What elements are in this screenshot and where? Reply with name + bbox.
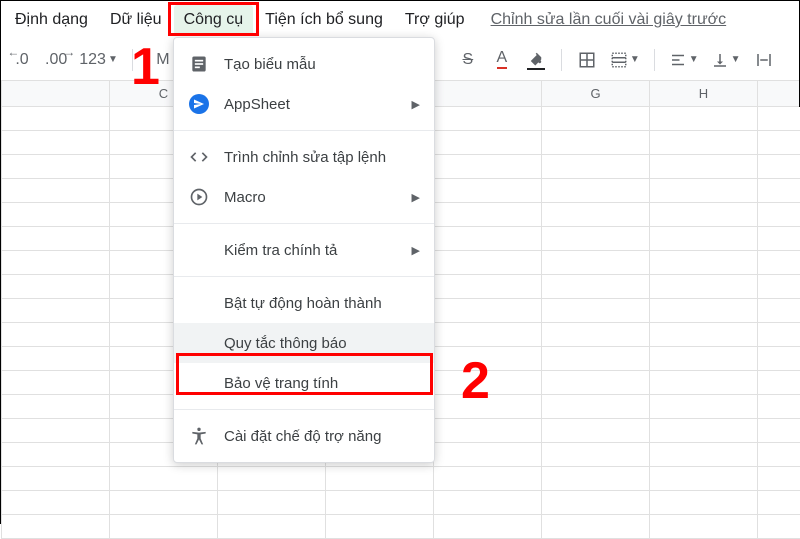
menu-label: Tạo biểu mẫu: [224, 56, 316, 73]
last-edit-status[interactable]: Chỉnh sửa lần cuối vài giây trước: [491, 11, 727, 29]
merge-cells-button[interactable]: ▼: [606, 46, 644, 74]
menu-help[interactable]: Trợ giúp: [395, 5, 475, 35]
blank-icon: [188, 292, 210, 314]
grid-row: [1, 467, 799, 491]
horizontal-align-button[interactable]: ▼: [665, 46, 703, 74]
menu-label: Cài đặt chế độ trợ năng: [224, 428, 381, 445]
menu-label: Trình chỉnh sửa tập lệnh: [224, 149, 386, 166]
column-header[interactable]: [2, 81, 110, 106]
menu-bar: Định dạng Dữ liệu Công cụ Tiện ích bổ su…: [1, 1, 799, 39]
toolbar-separator: [132, 49, 133, 71]
decrease-decimal-button[interactable]: ←.0: [7, 46, 37, 74]
menu-divider: [174, 409, 434, 410]
appsheet-icon: [188, 93, 210, 115]
vertical-align-button[interactable]: ▼: [707, 46, 745, 74]
text-wrap-button[interactable]: [749, 46, 779, 74]
menu-protect-sheet[interactable]: Bảo vệ trang tính: [174, 363, 434, 403]
fill-color-button[interactable]: [521, 46, 551, 74]
form-icon: [188, 53, 210, 75]
macro-icon: [188, 186, 210, 208]
blank-icon: [188, 332, 210, 354]
wrap-icon: [755, 51, 773, 69]
column-header[interactable]: [758, 81, 800, 106]
strikethrough-button[interactable]: S: [453, 46, 483, 74]
blank-icon: [188, 372, 210, 394]
fill-icon: [527, 49, 545, 70]
menu-divider: [174, 223, 434, 224]
script-icon: [188, 146, 210, 168]
increase-decimal-button[interactable]: .00→: [41, 46, 71, 74]
menu-addons[interactable]: Tiện ích bổ sung: [255, 5, 393, 35]
borders-button[interactable]: [572, 46, 602, 74]
menu-script-editor[interactable]: Trình chỉnh sửa tập lệnh: [174, 137, 434, 177]
menu-spellcheck[interactable]: Kiểm tra chính tả ▶: [174, 230, 434, 270]
grid-row: [1, 491, 799, 515]
menu-label: Quy tắc thông báo: [224, 335, 347, 352]
tools-dropdown: Tạo biểu mẫu AppSheet ▶ Trình chỉnh sửa …: [173, 37, 435, 463]
submenu-arrow-icon: ▶: [412, 191, 420, 204]
merge-icon: [610, 51, 628, 69]
number-format-button[interactable]: 123▼: [75, 46, 122, 74]
accessibility-icon: [188, 425, 210, 447]
menu-data[interactable]: Dữ liệu: [100, 5, 172, 35]
valign-icon: [711, 51, 729, 69]
menu-label: Macro: [224, 189, 266, 206]
menu-appsheet[interactable]: AppSheet ▶: [174, 84, 434, 124]
column-header-g[interactable]: G: [542, 81, 650, 106]
menu-format[interactable]: Định dạng: [5, 5, 98, 35]
column-header-h[interactable]: H: [650, 81, 758, 106]
menu-label: AppSheet: [224, 96, 290, 113]
toolbar-separator: [561, 49, 562, 71]
menu-label: Bảo vệ trang tính: [224, 375, 338, 392]
menu-label: Kiểm tra chính tả: [224, 242, 337, 259]
align-icon: [669, 51, 687, 69]
menu-create-form[interactable]: Tạo biểu mẫu: [174, 44, 434, 84]
borders-icon: [578, 51, 596, 69]
text-color-button[interactable]: A: [487, 46, 517, 74]
menu-accessibility[interactable]: Cài đặt chế độ trợ năng: [174, 416, 434, 456]
submenu-arrow-icon: ▶: [412, 244, 420, 257]
grid-row: [1, 515, 799, 539]
menu-macro[interactable]: Macro ▶: [174, 177, 434, 217]
menu-divider: [174, 276, 434, 277]
column-header[interactable]: [434, 81, 542, 106]
menu-tools[interactable]: Công cụ: [174, 5, 254, 35]
menu-notification-rules[interactable]: Quy tắc thông báo: [174, 323, 434, 363]
toolbar-separator: [654, 49, 655, 71]
menu-label: Bật tự động hoàn thành: [224, 295, 382, 312]
menu-autocomplete[interactable]: Bật tự động hoàn thành: [174, 283, 434, 323]
blank-icon: [188, 239, 210, 261]
menu-divider: [174, 130, 434, 131]
submenu-arrow-icon: ▶: [412, 98, 420, 111]
